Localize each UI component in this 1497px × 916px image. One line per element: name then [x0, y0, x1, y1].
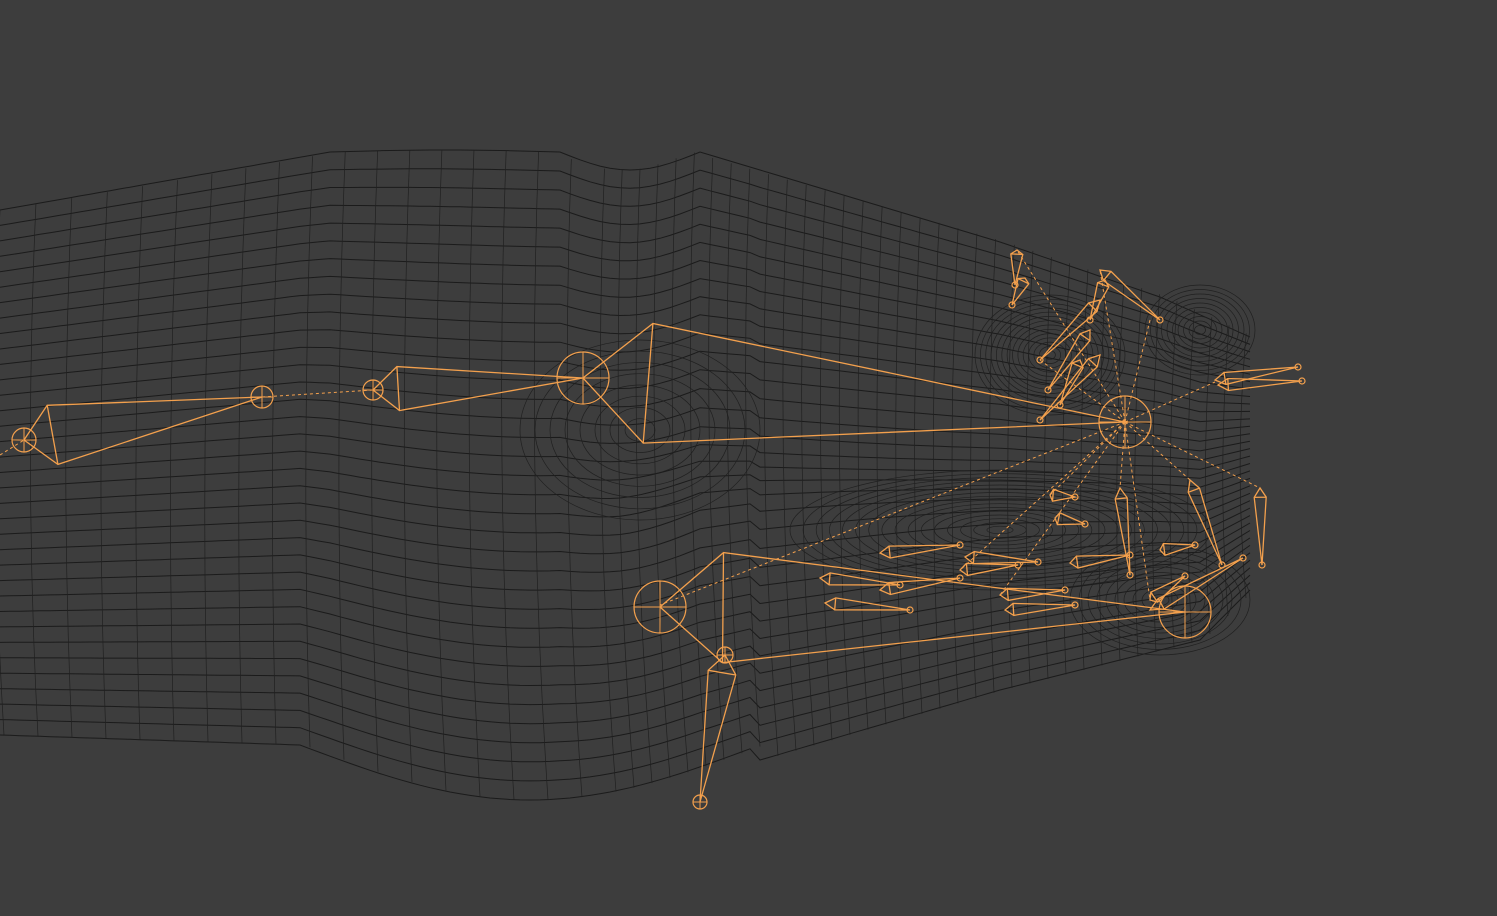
- mesh-cheek-loop: [609, 407, 671, 453]
- mesh-edge-loop: [0, 240, 1251, 375]
- mesh-nostril-loop: [1177, 311, 1223, 349]
- mesh-edge-ring: [876, 206, 887, 725]
- mesh-edge-ring: [801, 184, 815, 746]
- mesh-edge-ring: [763, 174, 779, 756]
- mesh-cheek-loop: [624, 418, 656, 442]
- mesh-eye-loop: [1022, 333, 1078, 377]
- mesh-cheek-loop: [564, 373, 716, 487]
- mesh-mouth-loop: [789, 469, 1211, 591]
- face-bone: [1253, 486, 1267, 566]
- mesh-eye-loop: [1017, 328, 1083, 382]
- 3d-viewport[interactable]: [0, 0, 1497, 916]
- mesh-edge-ring: [782, 179, 797, 751]
- mesh-eye-loop: [1012, 324, 1088, 386]
- mesh-edge-loop: [0, 311, 1251, 405]
- mesh-edge-ring: [914, 217, 923, 714]
- mesh-edge-ring: [820, 190, 833, 741]
- mesh-cheek-loop: [519, 339, 761, 521]
- mesh-edge-ring: [726, 163, 743, 754]
- mesh-edge-loop: [0, 168, 1251, 345]
- bone-relationship-line: [261, 389, 374, 398]
- mesh-edge-loop: [0, 544, 1251, 687]
- mesh-nostril-loop: [1188, 320, 1212, 340]
- face-bone: [1216, 377, 1303, 392]
- mesh-nostril-loop: [1161, 298, 1239, 362]
- face-bone: [878, 577, 961, 596]
- mesh-nostril-loop: [1194, 325, 1206, 335]
- mesh-edge-ring: [857, 201, 869, 730]
- mesh-mouth-loop: [947, 514, 1053, 546]
- mesh-nostril-loop: [1172, 307, 1228, 353]
- mesh-edge-loop: [0, 567, 1251, 744]
- viewport-canvas[interactable]: [0, 0, 1497, 916]
- face-bone: [1068, 554, 1131, 569]
- mesh-edge-ring: [932, 222, 941, 709]
- mesh-nostril-loop: [1166, 302, 1234, 358]
- wireframe-mesh[interactable]: [0, 149, 1256, 801]
- mesh-nostril-loop: [1183, 316, 1217, 344]
- jaw-lower-bone: [699, 653, 737, 803]
- mesh-edge-loop: [0, 582, 1251, 782]
- mesh-edge-loop: [0, 589, 1251, 801]
- mesh-edge-ring: [951, 228, 959, 704]
- mesh-nostril-loop: [1155, 293, 1245, 367]
- mesh-edge-loop: [0, 186, 1251, 353]
- mesh-cheek-loop: [534, 350, 746, 510]
- mesh-mouth-loop: [986, 525, 1014, 535]
- mesh-mouth-loop: [973, 522, 1027, 538]
- mesh-mouth-loop: [934, 510, 1066, 550]
- mesh-eye-loop: [985, 303, 1115, 407]
- mesh-edge-ring: [689, 152, 707, 767]
- face-bone: [1099, 269, 1161, 321]
- mesh-edge-ring: [838, 195, 851, 735]
- neck-bone: [23, 396, 263, 466]
